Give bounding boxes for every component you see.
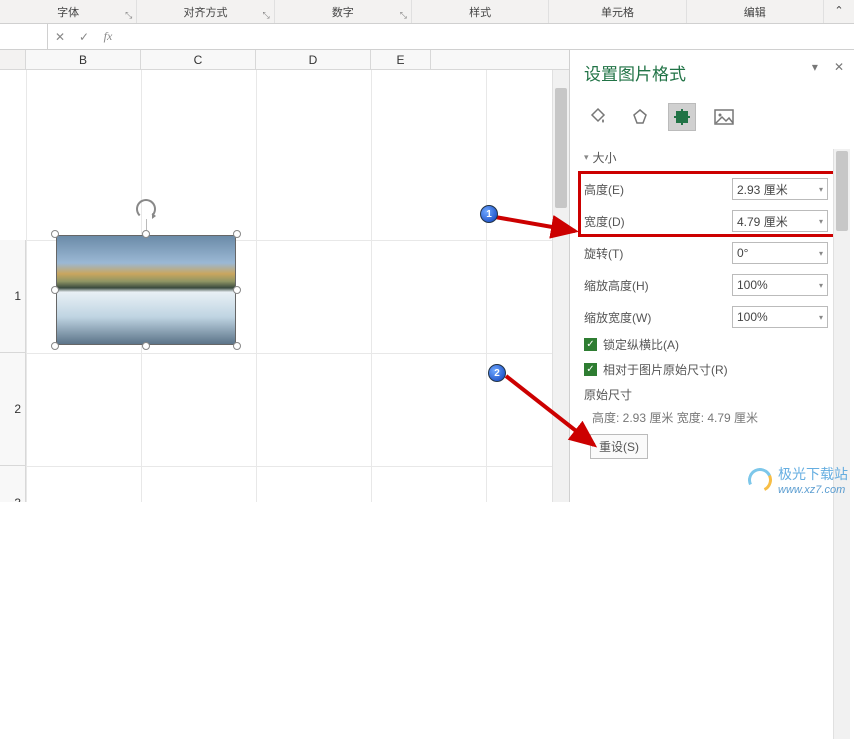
- col-header-b[interactable]: B: [26, 50, 141, 69]
- rotate-handle-icon[interactable]: [136, 199, 156, 219]
- width-label: 宽度(D): [584, 213, 732, 230]
- formula-input[interactable]: [120, 24, 854, 49]
- pane-title: 设置图片格式: [584, 60, 846, 85]
- reset-button[interactable]: 重设(S): [590, 434, 648, 459]
- spreadsheet: B C D E 1 2 3: [0, 50, 569, 502]
- cancel-icon[interactable]: ✕: [48, 30, 72, 44]
- height-label: 高度(E): [584, 181, 732, 198]
- ribbon-group-cells: 单元格: [549, 0, 686, 23]
- name-box[interactable]: [0, 24, 48, 49]
- ribbon-collapse-icon[interactable]: ⌃: [824, 0, 854, 23]
- scale-height-label: 缩放高度(H): [584, 277, 732, 294]
- formula-bar: ✕ ✓ fx: [0, 24, 854, 50]
- row-header-3[interactable]: 3: [0, 466, 26, 502]
- pane-vertical-scrollbar[interactable]: [833, 149, 850, 739]
- select-all-corner[interactable]: [0, 50, 26, 69]
- size-tab-icon[interactable]: [668, 103, 696, 131]
- pane-options-icon[interactable]: ▾: [812, 60, 818, 74]
- resize-handle[interactable]: [142, 342, 150, 350]
- width-input[interactable]: 4.79 厘米: [732, 210, 828, 232]
- fx-icon[interactable]: fx: [96, 29, 120, 44]
- dialog-launcher-icon[interactable]: ⤡: [262, 10, 269, 21]
- original-size-values: 高度: 2.93 厘米 宽度: 4.79 厘米: [592, 409, 846, 426]
- row-header-2[interactable]: 2: [0, 353, 26, 466]
- resize-handle[interactable]: [233, 286, 241, 294]
- watermark-logo-icon: [745, 465, 776, 496]
- size-section-header[interactable]: 大小: [584, 149, 846, 166]
- height-input[interactable]: 2.93 厘米: [732, 178, 828, 200]
- col-header-d[interactable]: D: [256, 50, 371, 69]
- original-size-label: 原始尺寸: [584, 386, 846, 403]
- resize-handle[interactable]: [51, 342, 59, 350]
- vertical-scrollbar[interactable]: [552, 70, 569, 502]
- ribbon-group-alignment: 对齐方式⤡: [137, 0, 274, 23]
- format-picture-pane: 设置图片格式 ▾ ✕ 大小 高度(E) 2.93 厘米: [569, 50, 854, 502]
- ribbon-group-editing: 编辑: [687, 0, 824, 23]
- ribbon-group-number: 数字⤡: [275, 0, 412, 23]
- col-header-c[interactable]: C: [141, 50, 256, 69]
- relative-original-checkbox[interactable]: ✓: [584, 363, 597, 376]
- col-header-e[interactable]: E: [371, 50, 431, 69]
- ribbon-groups: 字体⤡ 对齐方式⤡ 数字⤡ 样式 单元格 编辑 ⌃: [0, 0, 854, 24]
- lock-aspect-label: 锁定纵横比(A): [603, 336, 679, 353]
- confirm-icon[interactable]: ✓: [72, 30, 96, 44]
- resize-handle[interactable]: [233, 230, 241, 238]
- resize-handle[interactable]: [51, 286, 59, 294]
- resize-handle[interactable]: [233, 342, 241, 350]
- effects-tab-icon[interactable]: [626, 103, 654, 131]
- watermark-text: 极光下载站: [778, 464, 848, 484]
- pane-close-icon[interactable]: ✕: [834, 60, 844, 74]
- selected-picture[interactable]: [56, 235, 236, 345]
- resize-handle[interactable]: [142, 230, 150, 238]
- dialog-launcher-icon[interactable]: ⤡: [125, 10, 132, 21]
- fill-tab-icon[interactable]: [584, 103, 612, 131]
- row-header-1[interactable]: 1: [0, 240, 26, 353]
- watermark-url: www.xz7.com: [778, 484, 848, 496]
- watermark: 极光下载站 www.xz7.com: [748, 464, 848, 496]
- scale-height-input[interactable]: 100%: [732, 274, 828, 296]
- ribbon-group-styles: 样式: [412, 0, 549, 23]
- ribbon-group-font: 字体⤡: [0, 0, 137, 23]
- relative-original-label: 相对于图片原始尺寸(R): [603, 361, 728, 378]
- scale-width-input[interactable]: 100%: [732, 306, 828, 328]
- rotation-label: 旋转(T): [584, 245, 732, 262]
- picture-tab-icon[interactable]: [710, 103, 738, 131]
- rotation-input[interactable]: 0°: [732, 242, 828, 264]
- dialog-launcher-icon[interactable]: ⤡: [400, 10, 407, 21]
- lock-aspect-checkbox[interactable]: ✓: [584, 338, 597, 351]
- resize-handle[interactable]: [51, 230, 59, 238]
- scale-width-label: 缩放宽度(W): [584, 309, 732, 326]
